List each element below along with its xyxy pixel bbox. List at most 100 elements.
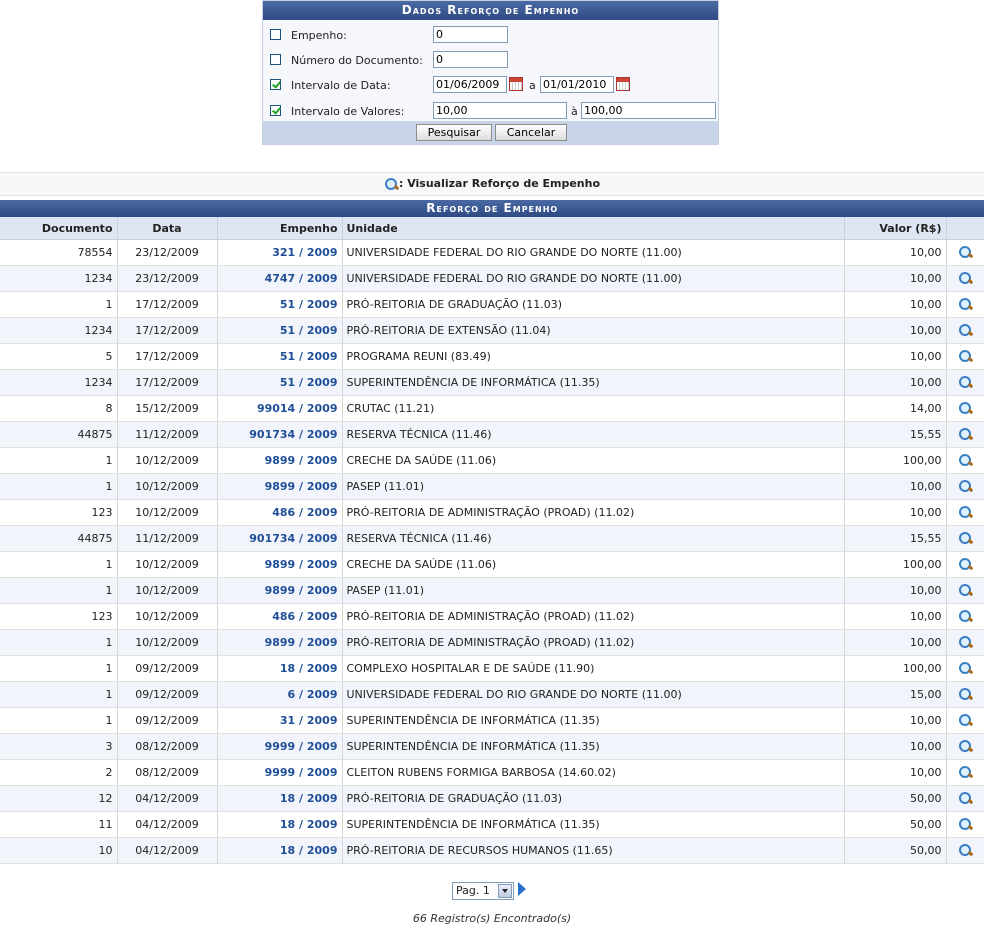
empenho-cell[interactable]: 9899 / 2009: [217, 447, 343, 474]
empenho-input[interactable]: 0: [433, 26, 508, 43]
chevron-down-icon[interactable]: [498, 884, 512, 898]
calendar-icon[interactable]: [616, 77, 630, 91]
magnifier-icon[interactable]: [958, 739, 973, 754]
view-action-cell[interactable]: [946, 239, 984, 266]
empenho-link[interactable]: 51 / 2009: [280, 376, 338, 389]
magnifier-icon[interactable]: [958, 791, 973, 806]
empenho-cell[interactable]: 901734 / 2009: [217, 525, 343, 552]
view-action-cell[interactable]: [946, 811, 984, 838]
empenho-link[interactable]: 9899 / 2009: [265, 454, 338, 467]
empenho-cell[interactable]: 9899 / 2009: [217, 577, 343, 604]
magnifier-icon[interactable]: [958, 453, 973, 468]
empenho-cell[interactable]: 486 / 2009: [217, 603, 343, 630]
view-action-cell[interactable]: [946, 603, 984, 630]
view-action-cell[interactable]: [946, 447, 984, 474]
empenho-link[interactable]: 9899 / 2009: [265, 584, 338, 597]
empenho-cell[interactable]: 321 / 2009: [217, 239, 343, 266]
empenho-link[interactable]: 486 / 2009: [272, 506, 337, 519]
page-select[interactable]: Pag. 1: [452, 882, 514, 900]
empenho-link[interactable]: 6 / 2009: [288, 688, 338, 701]
search-button[interactable]: Pesquisar: [416, 124, 492, 141]
view-action-cell[interactable]: [946, 785, 984, 812]
empenho-link[interactable]: 9999 / 2009: [265, 740, 338, 753]
empenho-link[interactable]: 4747 / 2009: [265, 272, 338, 285]
empenho-link[interactable]: 18 / 2009: [280, 844, 338, 857]
empenho-checkbox[interactable]: [270, 29, 281, 40]
magnifier-icon[interactable]: [958, 765, 973, 780]
magnifier-icon[interactable]: [958, 401, 973, 416]
valor-maximo-input[interactable]: 100,00: [581, 102, 716, 119]
empenho-cell[interactable]: 18 / 2009: [217, 785, 343, 812]
intervalo-valores-checkbox[interactable]: [270, 105, 281, 116]
empenho-link[interactable]: 901734 / 2009: [249, 532, 337, 545]
empenho-cell[interactable]: 51 / 2009: [217, 317, 343, 344]
magnifier-icon[interactable]: [958, 843, 973, 858]
empenho-cell[interactable]: 6 / 2009: [217, 681, 343, 708]
view-action-cell[interactable]: [946, 629, 984, 656]
empenho-cell[interactable]: 9899 / 2009: [217, 473, 343, 500]
view-action-cell[interactable]: [946, 291, 984, 318]
empenho-link[interactable]: 321 / 2009: [272, 246, 337, 259]
empenho-cell[interactable]: 51 / 2009: [217, 291, 343, 318]
view-action-cell[interactable]: [946, 265, 984, 292]
magnifier-icon[interactable]: [958, 323, 973, 338]
empenho-link[interactable]: 9999 / 2009: [265, 766, 338, 779]
empenho-link[interactable]: 18 / 2009: [280, 792, 338, 805]
magnifier-icon[interactable]: [958, 297, 973, 312]
magnifier-icon[interactable]: [958, 661, 973, 676]
calendar-icon[interactable]: [509, 77, 523, 91]
empenho-cell[interactable]: 51 / 2009: [217, 369, 343, 396]
view-action-cell[interactable]: [946, 343, 984, 370]
empenho-cell[interactable]: 18 / 2009: [217, 837, 343, 864]
magnifier-icon[interactable]: [958, 583, 973, 598]
magnifier-icon[interactable]: [958, 817, 973, 832]
magnifier-icon[interactable]: [958, 349, 973, 364]
view-action-cell[interactable]: [946, 473, 984, 500]
empenho-cell[interactable]: 486 / 2009: [217, 499, 343, 526]
magnifier-icon[interactable]: [958, 713, 973, 728]
next-arrow-icon[interactable]: [518, 882, 526, 896]
magnifier-icon[interactable]: [958, 505, 973, 520]
view-action-cell[interactable]: [946, 395, 984, 422]
view-action-cell[interactable]: [946, 499, 984, 526]
empenho-link[interactable]: 9899 / 2009: [265, 480, 338, 493]
empenho-link[interactable]: 51 / 2009: [280, 298, 338, 311]
intervalo-data-checkbox[interactable]: [270, 79, 281, 90]
empenho-link[interactable]: 99014 / 2009: [257, 402, 338, 415]
magnifier-icon[interactable]: [958, 271, 973, 286]
empenho-cell[interactable]: 9999 / 2009: [217, 759, 343, 786]
empenho-cell[interactable]: 901734 / 2009: [217, 421, 343, 448]
magnifier-icon[interactable]: [958, 609, 973, 624]
empenho-link[interactable]: 486 / 2009: [272, 610, 337, 623]
view-action-cell[interactable]: [946, 369, 984, 396]
magnifier-icon[interactable]: [958, 427, 973, 442]
empenho-link[interactable]: 51 / 2009: [280, 350, 338, 363]
empenho-cell[interactable]: 9999 / 2009: [217, 733, 343, 760]
magnifier-icon[interactable]: [958, 479, 973, 494]
empenho-cell[interactable]: 9899 / 2009: [217, 629, 343, 656]
magnifier-icon[interactable]: [958, 375, 973, 390]
empenho-cell[interactable]: 9899 / 2009: [217, 551, 343, 578]
view-action-cell[interactable]: [946, 655, 984, 682]
view-action-cell[interactable]: [946, 759, 984, 786]
numero-documento-input[interactable]: 0: [433, 51, 508, 68]
view-action-cell[interactable]: [946, 421, 984, 448]
view-action-cell[interactable]: [946, 577, 984, 604]
empenho-link[interactable]: 18 / 2009: [280, 818, 338, 831]
empenho-link[interactable]: 9899 / 2009: [265, 636, 338, 649]
empenho-link[interactable]: 901734 / 2009: [249, 428, 337, 441]
empenho-cell[interactable]: 51 / 2009: [217, 343, 343, 370]
empenho-link[interactable]: 51 / 2009: [280, 324, 338, 337]
magnifier-icon[interactable]: [958, 531, 973, 546]
empenho-cell[interactable]: 99014 / 2009: [217, 395, 343, 422]
view-action-cell[interactable]: [946, 707, 984, 734]
empenho-link[interactable]: 18 / 2009: [280, 662, 338, 675]
view-action-cell[interactable]: [946, 733, 984, 760]
empenho-cell[interactable]: 31 / 2009: [217, 707, 343, 734]
view-action-cell[interactable]: [946, 525, 984, 552]
numero-documento-checkbox[interactable]: [270, 54, 281, 65]
magnifier-icon[interactable]: [958, 245, 973, 260]
view-action-cell[interactable]: [946, 837, 984, 864]
view-action-cell[interactable]: [946, 681, 984, 708]
valor-minimo-input[interactable]: 10,00: [433, 102, 567, 119]
